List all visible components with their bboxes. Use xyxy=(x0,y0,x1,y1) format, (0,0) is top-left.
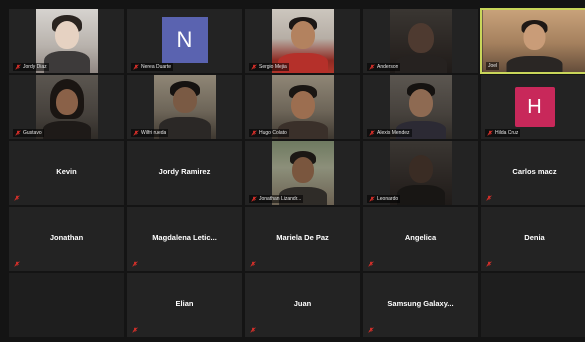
participant-name-label: Gustavo xyxy=(13,129,44,137)
participant-name: Denia xyxy=(524,233,545,242)
participant-tile[interactable]: Samsung Galaxy... xyxy=(362,272,479,338)
participant-name: Joel xyxy=(488,63,498,69)
participant-tile[interactable]: Juan xyxy=(244,272,361,338)
meeting-window: Jordy Diaz N Nerea Duarte Sergio Mejia A… xyxy=(0,0,585,342)
participant-tile[interactable]: Alexis Mendez xyxy=(362,74,479,140)
participant-name-label: Jordy Diaz xyxy=(13,63,49,71)
participant-name: Juan xyxy=(293,299,312,308)
participant-tile[interactable]: Leonardo xyxy=(362,140,479,206)
microphone-muted-icon xyxy=(15,64,21,70)
microphone-muted-icon xyxy=(487,130,493,136)
participant-name-label: Wilfri rueda xyxy=(131,129,169,137)
participant-name: Leonardo xyxy=(377,196,399,202)
participant-tile[interactable]: Carlos macz xyxy=(480,140,585,206)
participant-tile[interactable]: Sergio Mejia xyxy=(244,8,361,74)
active-speaker-tile[interactable]: Joel xyxy=(480,8,585,74)
participant-tile[interactable]: Kevin xyxy=(8,140,125,206)
microphone-muted-icon xyxy=(250,327,256,333)
microphone-muted-icon xyxy=(368,327,374,333)
participant-name: Nerea Duarte xyxy=(141,64,172,70)
microphone-muted-icon xyxy=(15,130,21,136)
participant-tile[interactable]: Hugo Colato xyxy=(244,74,361,140)
microphone-muted-icon xyxy=(486,195,492,201)
participant-name: Samsung Galaxy... xyxy=(387,299,454,308)
microphone-muted-icon xyxy=(251,130,257,136)
participant-name: Jonathan xyxy=(49,233,84,242)
participant-tile[interactable]: N Nerea Duarte xyxy=(126,8,243,74)
participant-tile[interactable]: Anderson xyxy=(362,8,479,74)
participant-video xyxy=(35,75,98,139)
avatar-initial: H xyxy=(527,95,542,118)
participant-avatar: N xyxy=(161,17,208,63)
participant-tile[interactable]: H Hilda Cruz xyxy=(480,74,585,140)
participant-name: Mariela De Paz xyxy=(276,233,329,242)
microphone-muted-icon xyxy=(14,195,20,201)
microphone-muted-icon xyxy=(250,261,256,267)
microphone-muted-icon xyxy=(486,261,492,267)
participant-name: Alexis Mendez xyxy=(377,130,410,136)
participant-name: Kevin xyxy=(56,167,77,176)
participant-name: Jordy Ramirez xyxy=(158,167,211,176)
participant-name-label: Hilda Cruz xyxy=(485,129,521,137)
microphone-muted-icon xyxy=(14,261,20,267)
microphone-muted-icon xyxy=(132,261,138,267)
participant-name: Sergio Mejia xyxy=(259,64,287,70)
participant-name-label: Leonardo xyxy=(367,195,401,203)
microphone-muted-icon xyxy=(251,64,257,70)
participant-tile[interactable]: Gustavo xyxy=(8,74,125,140)
participant-name-label: Alexis Mendez xyxy=(367,129,412,137)
participant-name: Hilda Cruz xyxy=(495,130,519,136)
empty-tile xyxy=(8,272,125,338)
participant-tile[interactable]: Jonathan Lizandr... xyxy=(244,140,361,206)
participant-tile[interactable]: Wilfri rueda xyxy=(126,74,243,140)
microphone-muted-icon xyxy=(132,327,138,333)
participant-tile[interactable]: Magdalena Letic... xyxy=(126,206,243,272)
participant-name: Magdalena Letic... xyxy=(152,233,217,242)
participant-name: Elian xyxy=(175,299,194,308)
participant-tile[interactable]: Jordy Ramirez xyxy=(126,140,243,206)
participant-tile[interactable]: Jordy Diaz xyxy=(8,8,125,74)
participant-name: Anderson xyxy=(377,64,399,70)
participant-name: Jordy Diaz xyxy=(23,64,47,70)
participant-name-label: Anderson xyxy=(367,63,401,71)
participant-avatar: H xyxy=(514,87,555,127)
participant-name: Wilfri rueda xyxy=(141,130,167,136)
microphone-muted-icon xyxy=(369,64,375,70)
participant-name-label: Joel xyxy=(486,62,500,70)
participant-name: Hugo Colato xyxy=(259,130,287,136)
participant-tile[interactable]: Jonathan xyxy=(8,206,125,272)
microphone-muted-icon xyxy=(133,64,139,70)
gallery-grid: Jordy Diaz N Nerea Duarte Sergio Mejia A… xyxy=(8,8,585,338)
participant-name-label: Hugo Colato xyxy=(249,129,289,137)
participant-name: Angelica xyxy=(404,233,437,242)
participant-name: Carlos macz xyxy=(512,167,557,176)
participant-tile[interactable]: Elian xyxy=(126,272,243,338)
participant-tile[interactable]: Denia xyxy=(480,206,585,272)
microphone-muted-icon xyxy=(251,196,257,202)
empty-tile xyxy=(480,272,585,338)
avatar-initial: N xyxy=(176,27,193,52)
participant-tile[interactable]: Angelica xyxy=(362,206,479,272)
microphone-muted-icon xyxy=(133,130,139,136)
microphone-muted-icon xyxy=(368,261,374,267)
participant-name-label: Jonathan Lizandr... xyxy=(249,195,304,203)
participant-tile[interactable]: Mariela De Paz xyxy=(244,206,361,272)
participant-name: Jonathan Lizandr... xyxy=(259,196,302,202)
microphone-muted-icon xyxy=(369,196,375,202)
microphone-muted-icon xyxy=(369,130,375,136)
participant-name: Gustavo xyxy=(23,130,42,136)
participant-name-label: Sergio Mejia xyxy=(249,63,289,71)
participant-name-label: Nerea Duarte xyxy=(131,63,174,71)
